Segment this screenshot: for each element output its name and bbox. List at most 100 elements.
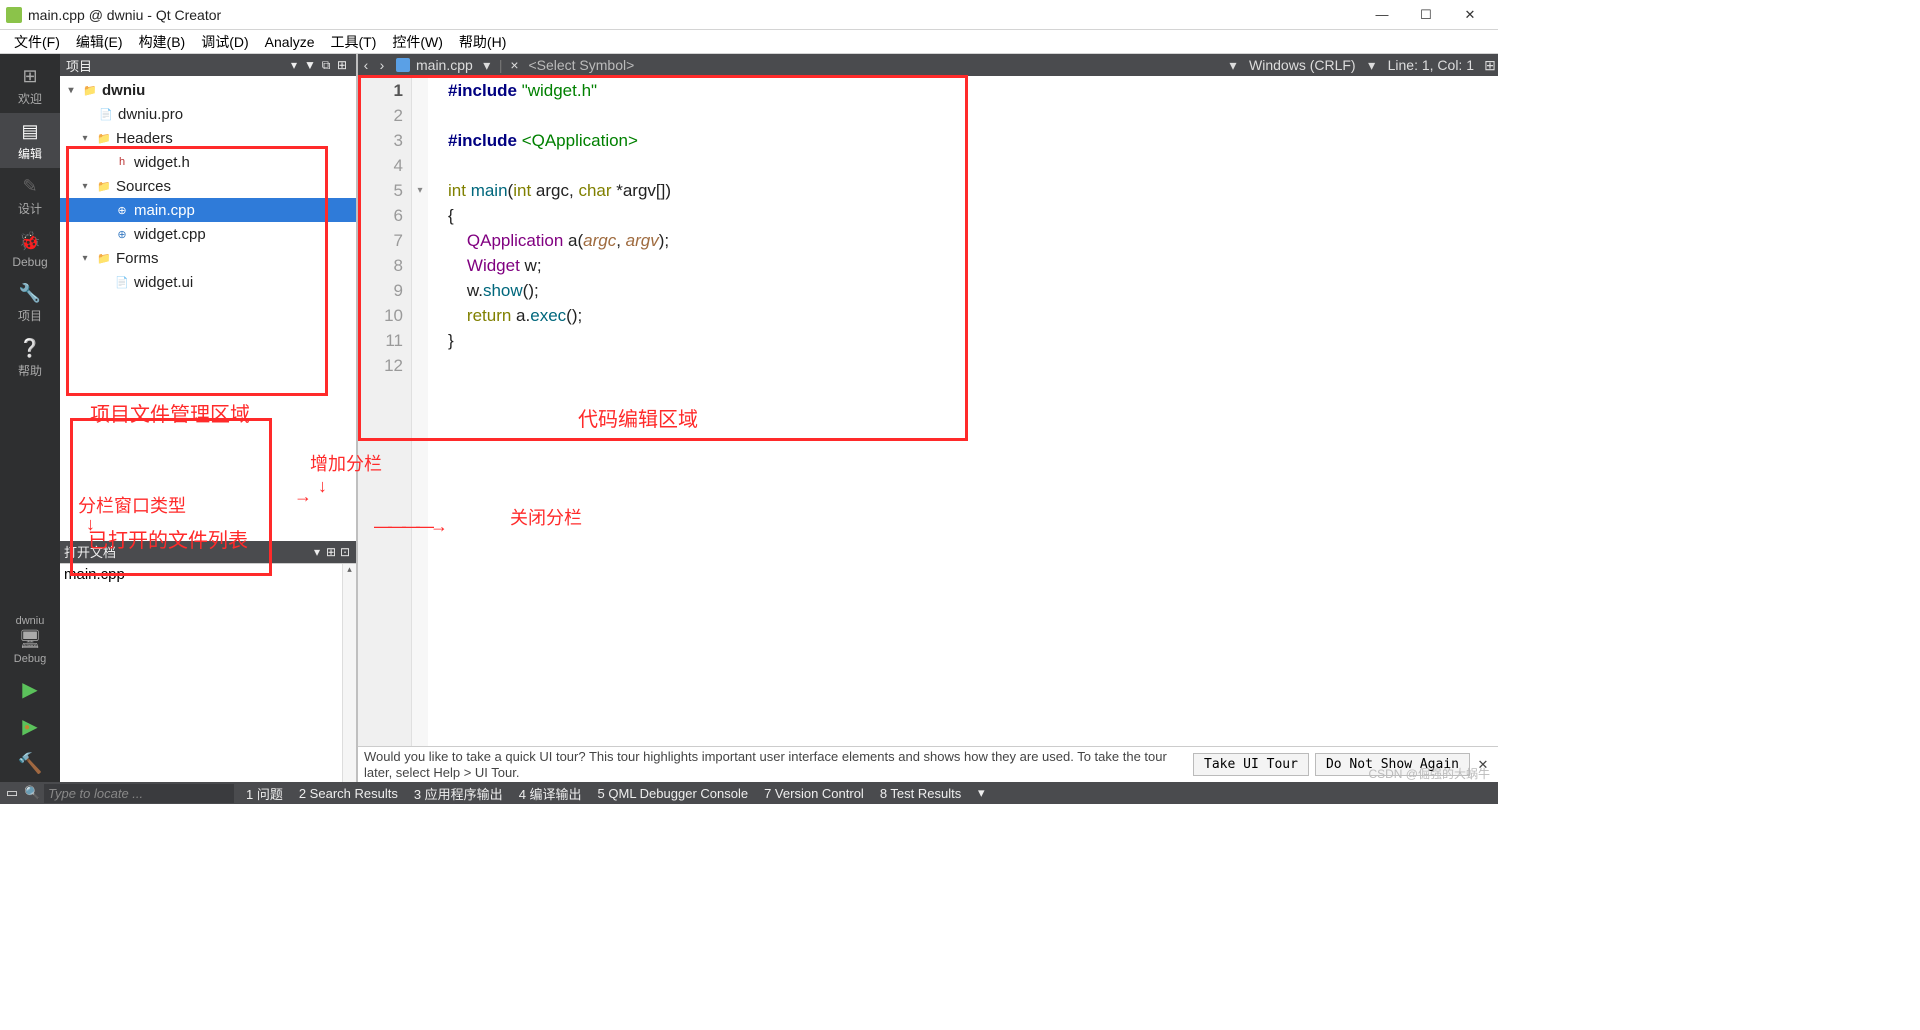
menu-tools[interactable]: 工具(T) <box>322 30 384 54</box>
tree-pro-file[interactable]: 📄dwniu.pro <box>60 102 356 126</box>
mode-design[interactable]: ✎ 设计 <box>0 168 60 223</box>
pencil-icon: ✎ <box>18 174 42 198</box>
cpp-file-icon: ⊕ <box>114 227 130 241</box>
mode-welcome[interactable]: ⊞欢迎 <box>0 58 60 113</box>
menu-build[interactable]: 构建(B) <box>131 30 194 54</box>
edit-icon: ▤ <box>18 119 42 143</box>
tree-forms-label: Forms <box>116 250 159 267</box>
file-dropdown-icon[interactable]: ▾ <box>479 57 495 74</box>
editor-file-tab[interactable]: main.cpp <box>390 57 479 73</box>
cpp-file-icon: ⊕ <box>114 203 130 217</box>
tree-root[interactable]: ▾📁dwniu <box>60 78 356 102</box>
take-tour-button[interactable]: Take UI Tour <box>1193 753 1309 776</box>
watermark: CSDN @倔强的大蜗牛 <box>1368 765 1490 782</box>
tree-headers[interactable]: ▾📁Headers <box>60 126 356 150</box>
pane-dropdown-icon[interactable]: ▾ <box>969 785 993 801</box>
search-icon: 🔍 <box>24 785 40 801</box>
line-gutter: 1 2 3 4 5 6 7 8 9 10 11 12 <box>358 76 412 746</box>
fold-gutter[interactable]: ▾ <box>412 76 428 746</box>
open-doc-item[interactable]: main.cpp <box>60 564 356 585</box>
pane-app-output[interactable]: 3 应用程序输出 <box>406 784 511 803</box>
build-button[interactable]: 🔨 <box>0 745 60 782</box>
mode-projects[interactable]: 🔧项目 <box>0 275 60 330</box>
status-bar: ▭ 🔍 Type to locate ... 1 问题 2 Search Res… <box>0 782 1498 804</box>
menu-analyze[interactable]: Analyze <box>257 32 323 52</box>
menu-file[interactable]: 文件(F) <box>6 30 68 54</box>
menu-widgets[interactable]: 控件(W) <box>384 30 451 54</box>
editor-tab-bar: ‹ › main.cpp ▾ | × <Select Symbol> ▾ Win… <box>358 54 1498 76</box>
menu-debug[interactable]: 调试(D) <box>193 30 256 54</box>
line-number: 2 <box>358 103 403 128</box>
open-docs-scrollbar[interactable]: ▴ <box>342 564 356 783</box>
pane-qml-console[interactable]: 5 QML Debugger Console <box>590 786 757 801</box>
pane-compile-output[interactable]: 4 编译输出 <box>511 784 590 803</box>
close-button[interactable]: ✕ <box>1448 1 1492 29</box>
tree-forms[interactable]: ▾📁Forms <box>60 246 356 270</box>
cpp-file-icon <box>396 58 410 72</box>
app-icon <box>6 7 22 23</box>
pane-test-results[interactable]: 8 Test Results <box>872 786 969 801</box>
locator-input[interactable]: Type to locate ... <box>44 784 234 803</box>
maximize-button[interactable]: ☐ <box>1404 1 1448 29</box>
tree-sources-label: Sources <box>116 178 171 195</box>
line-number: 8 <box>358 253 403 278</box>
editor-area: ‹ › main.cpp ▾ | × <Select Symbol> ▾ Win… <box>358 54 1498 782</box>
target-selector[interactable]: dwniu 🖥 Debug <box>0 609 60 671</box>
project-panel-dropdown-icon[interactable]: ▾ <box>286 58 302 72</box>
line-ending-dropdown-icon[interactable]: ▾ <box>1364 57 1380 74</box>
tree-main-cpp[interactable]: ⊕main.cpp <box>60 198 356 222</box>
titlebar: main.cpp @ dwniu - Qt Creator — ☐ ✕ <box>0 0 1498 30</box>
mode-debug-label: Debug <box>12 255 47 269</box>
mode-debug[interactable]: 🐞 Debug <box>0 223 60 275</box>
open-docs-split-icon[interactable]: ⊞ <box>324 545 338 559</box>
window-title: main.cpp @ dwniu - Qt Creator <box>28 7 1360 23</box>
editor-split-icon[interactable]: ⊞ <box>1482 57 1498 74</box>
code-editor[interactable]: 1 2 3 4 5 6 7 8 9 10 11 12 ▾ #include "w… <box>358 76 1498 746</box>
folder-icon: 📁 <box>82 83 98 97</box>
project-tree[interactable]: ▾📁dwniu 📄dwniu.pro ▾📁Headers hwidget.h ▾… <box>60 76 356 322</box>
line-ending-selector[interactable]: Windows (CRLF) <box>1241 57 1364 73</box>
menu-edit[interactable]: 编辑(E) <box>68 30 131 54</box>
tree-widget-cpp[interactable]: ⊕widget.cpp <box>60 222 356 246</box>
folder-icon: 📁 <box>96 251 112 265</box>
open-docs-list[interactable]: main.cpp ▴ <box>60 563 356 783</box>
bug-icon: 🐞 <box>18 229 42 253</box>
symbol-selector[interactable]: <Select Symbol> <box>522 57 634 73</box>
menu-help[interactable]: 帮助(H) <box>451 30 514 54</box>
open-docs-dropdown-icon[interactable]: ▾ <box>310 545 324 559</box>
link-icon[interactable]: ⧉ <box>318 58 334 73</box>
symbol-dropdown-icon[interactable]: ▾ <box>1225 57 1241 74</box>
split-icon[interactable]: ⊞ <box>334 58 350 72</box>
editor-file-name: main.cpp <box>416 57 473 73</box>
nav-fwd-icon[interactable]: › <box>374 57 390 73</box>
mode-help[interactable]: ❔ 帮助 <box>0 330 60 385</box>
pane-version-control[interactable]: 7 Version Control <box>756 786 872 801</box>
open-docs-close-icon[interactable]: ⊡ <box>338 545 352 559</box>
tour-text: Would you like to take a quick UI tour? … <box>364 749 1187 781</box>
folder-icon: 📁 <box>96 131 112 145</box>
tree-pro-label: dwniu.pro <box>118 106 183 123</box>
run-button[interactable]: ▶ <box>0 671 60 708</box>
h-file-icon: h <box>114 155 130 169</box>
pane-search-results[interactable]: 2 Search Results <box>291 786 406 801</box>
annotation-split-type: 分栏窗口类型 <box>78 492 186 518</box>
debug-run-button[interactable]: ▶● <box>0 708 60 745</box>
help-icon: ❔ <box>18 336 42 360</box>
nav-back-icon[interactable]: ‹ <box>358 57 374 73</box>
tree-widget-h[interactable]: hwidget.h <box>60 150 356 174</box>
mode-bar: ⊞欢迎 ▤编辑 ✎ 设计 🐞 Debug 🔧项目 ❔ 帮助 dwniu 🖥 Debug… <box>0 54 60 782</box>
tree-widget-ui[interactable]: 📄widget.ui <box>60 270 356 294</box>
mode-design-label: 设计 <box>18 200 42 217</box>
mode-help-label: 帮助 <box>18 362 42 379</box>
funnel-icon[interactable]: ▼ <box>302 58 318 72</box>
output-toggle-icon[interactable]: ▭ <box>0 785 24 801</box>
tab-close-icon[interactable]: × <box>506 57 522 73</box>
mode-edit[interactable]: ▤编辑 <box>0 113 60 168</box>
minimize-button[interactable]: — <box>1360 1 1404 29</box>
line-number: 1 <box>358 78 403 103</box>
line-number: 9 <box>358 278 403 303</box>
pane-issues[interactable]: 1 问题 <box>238 784 291 803</box>
ui-file-icon: 📄 <box>114 275 130 289</box>
annotation-project-label: 项目文件管理区域 <box>90 398 250 427</box>
tree-sources[interactable]: ▾📁Sources <box>60 174 356 198</box>
